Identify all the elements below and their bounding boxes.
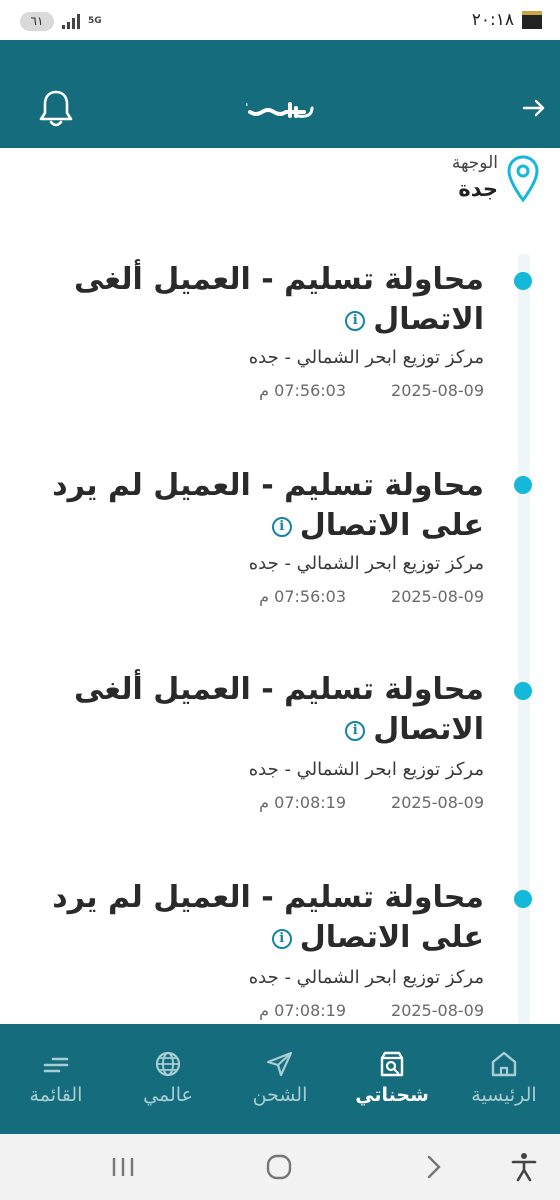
nav-tab-shipping[interactable]: الشحن [224, 1024, 336, 1134]
location-pin-icon [507, 155, 539, 203]
timeline-dot [514, 272, 532, 290]
home-button-icon[interactable] [264, 1152, 294, 1182]
nav-tab-home[interactable]: الرئيسية [448, 1024, 560, 1134]
nav-label: الشحن [252, 1084, 308, 1106]
home-icon [491, 1051, 517, 1077]
event-time: 07:08:19 م [259, 1001, 346, 1020]
event-title: محاولة تسليم - العميل لم يرد على الاتصال… [52, 468, 484, 543]
event-date: 2025-08-09 [391, 381, 484, 400]
app-bar: SPL [0, 40, 560, 148]
event-time: 07:56:03 م [259, 587, 346, 606]
destination-value: جدة [458, 177, 498, 201]
status-bar: ٦١ 5G ٢٠:١٨ [0, 0, 560, 40]
destination-label: الوجهة [451, 153, 498, 173]
bottom-nav: الرئيسية شحناتي الشحن عالمي القائمة [0, 1024, 560, 1134]
event-time: 07:56:03 م [259, 381, 346, 400]
destination-block: الوجهة جدة [452, 152, 540, 204]
system-nav-bar [0, 1134, 560, 1200]
timeline-dot [514, 682, 532, 700]
tracking-content[interactable]: الوجهة جدة محاولة تسليم - العميل ألغى ال… [0, 148, 560, 1024]
kaaba-icon [522, 11, 542, 29]
recent-apps-icon[interactable] [110, 1152, 136, 1182]
bell-icon[interactable] [38, 88, 74, 128]
nav-label: عالمي [143, 1084, 193, 1106]
event-location: مركز توزيع ابحر الشمالي - جده [248, 347, 484, 368]
info-icon[interactable]: i [345, 720, 366, 741]
event-title: محاولة تسليم - العميل ألغى الاتصالi [73, 672, 484, 747]
spl-logo: SPL [246, 87, 314, 118]
timeline-dot [514, 476, 532, 494]
event-time: 07:08:19 م [259, 793, 346, 812]
event-location: مركز توزيع ابحر الشمالي - جده [248, 967, 484, 988]
event-date: 2025-08-09 [391, 1001, 484, 1020]
event-title: محاولة تسليم - العميل لم يرد على الاتصال… [52, 880, 484, 955]
package-search-icon [380, 1051, 404, 1077]
nav-label: القائمة [29, 1084, 83, 1106]
back-arrow-icon[interactable] [522, 96, 546, 120]
nav-label: الرئيسية [471, 1084, 537, 1106]
timeline-track [518, 254, 530, 1024]
info-icon[interactable]: i [271, 516, 292, 537]
accessibility-icon[interactable] [510, 1152, 538, 1182]
nav-tab-global[interactable]: عالمي [112, 1024, 224, 1134]
menu-icon [43, 1057, 69, 1073]
nav-tab-menu[interactable]: القائمة [0, 1024, 112, 1134]
globe-icon [155, 1051, 181, 1077]
event-title: محاولة تسليم - العميل ألغى الاتصالi [73, 262, 484, 337]
timeline-dot [514, 890, 532, 908]
nav-tab-my-shipments[interactable]: شحناتي [336, 1024, 448, 1134]
event-location: مركز توزيع ابحر الشمالي - جده [248, 553, 484, 574]
info-icon[interactable]: i [345, 310, 366, 331]
signal-icon [62, 14, 80, 29]
nav-label: شحناتي [355, 1084, 429, 1106]
send-icon [266, 1051, 293, 1077]
back-button-icon[interactable] [424, 1152, 444, 1182]
clock: ٢٠:١٨ [471, 10, 514, 30]
info-icon[interactable]: i [271, 928, 292, 949]
event-date: 2025-08-09 [391, 793, 484, 812]
network-type: 5G [88, 16, 102, 26]
svg-text:SPL: SPL [246, 87, 248, 111]
event-date: 2025-08-09 [391, 587, 484, 606]
battery-indicator: ٦١ [20, 12, 54, 31]
event-location: مركز توزيع ابحر الشمالي - جده [248, 759, 484, 780]
